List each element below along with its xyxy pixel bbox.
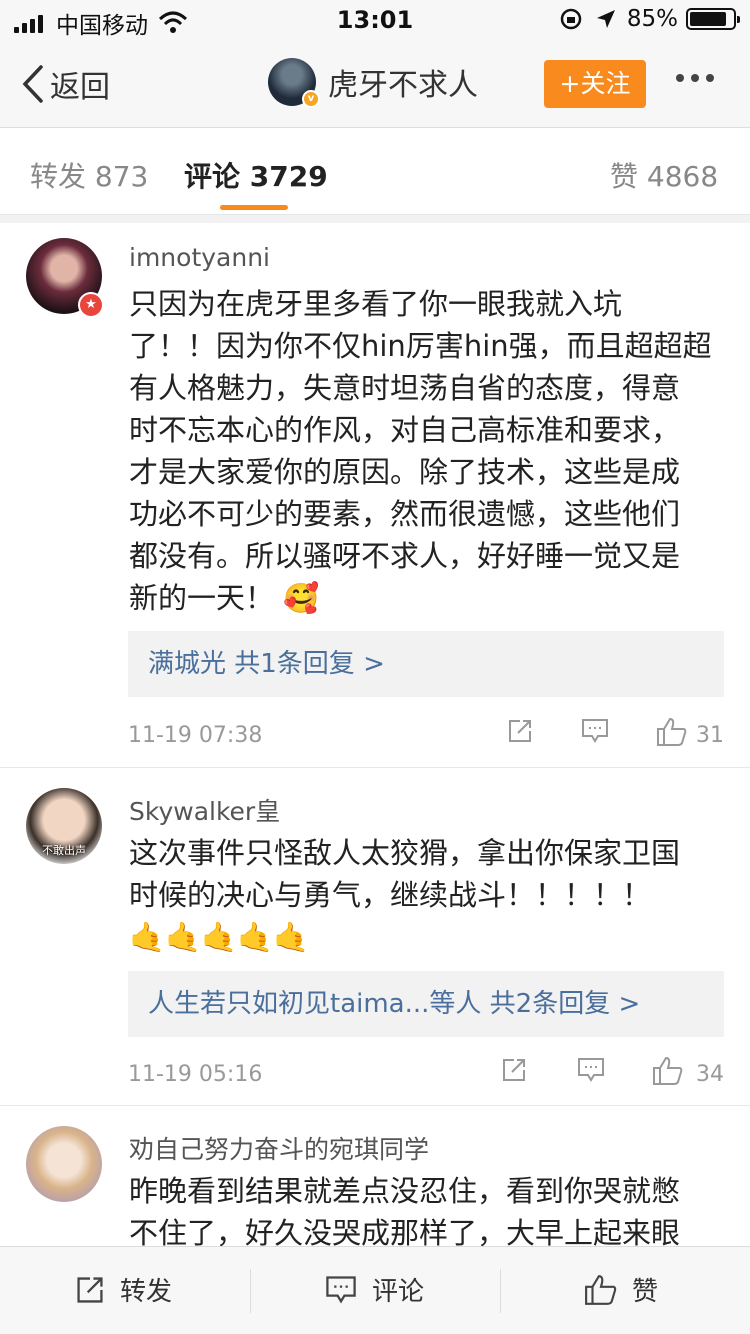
like-count: 34 xyxy=(696,1062,724,1087)
reply-summary[interactable]: 满城光 共1条回复 > xyxy=(128,631,724,697)
tab-comments[interactable]: 评论 3729 xyxy=(184,155,328,195)
comment-line: 时候的决心与勇气，继续战斗！！！！！ xyxy=(129,878,652,912)
avatar-caption: 不敢出声 xyxy=(42,844,86,857)
divider xyxy=(0,1105,750,1106)
divider xyxy=(250,1269,251,1313)
tab-likes[interactable]: 赞 4868 xyxy=(610,155,718,195)
verified-badge-icon: v xyxy=(302,90,320,108)
more-options-icon[interactable] xyxy=(676,74,721,82)
battery-icon xyxy=(686,8,740,30)
tab-reposts[interactable]: 转发 873 xyxy=(30,155,148,195)
comment-meta: 11-19 07:38 31 xyxy=(128,715,724,755)
reply-summary[interactable]: 人生若只如初见taima...等人 共2条回复 > xyxy=(128,971,724,1037)
avatar[interactable]: 不敢出声 xyxy=(26,788,102,864)
comment-icon[interactable] xyxy=(580,717,610,745)
repost-button[interactable]: 转发 xyxy=(74,1271,172,1308)
comment-line: 有人格魅力，失意时坦荡自省的态度，得意 xyxy=(129,371,681,405)
tab-count: 4868 xyxy=(646,160,719,193)
like-label: 赞 xyxy=(632,1277,659,1307)
bottom-action-bar: 转发 评论 赞 xyxy=(0,1246,750,1334)
like-button[interactable]: 赞 xyxy=(584,1271,658,1308)
comment-line: 了！！因为你不仅hin厉害hin强，而且超超超 xyxy=(129,329,712,363)
emoji-icon: 🥰 xyxy=(283,581,320,615)
tab-label: 赞 xyxy=(610,160,639,193)
share-icon xyxy=(77,1276,103,1303)
page-title: 虎牙不求人 xyxy=(328,68,478,103)
battery-percent: 85% xyxy=(626,6,678,32)
profile-header[interactable]: v 虎牙不求人 xyxy=(268,58,478,108)
comment-time: 11-19 07:38 xyxy=(128,723,263,748)
like-icon xyxy=(585,1274,617,1305)
comment-time: 11-19 05:16 xyxy=(128,1062,263,1087)
status-bar: 中国移动 13:01 85% xyxy=(0,0,750,40)
back-button[interactable]: 返回 xyxy=(22,62,110,106)
repost-label: 转发 xyxy=(120,1277,173,1307)
tab-label: 转发 xyxy=(30,160,87,193)
comment-line: 才是大家爱你的原因。除了技术，这些是成 xyxy=(129,455,681,489)
comment-text: 昨晚看到结果就差点没忍住，看到你哭就憋 不住了，好久没哭成那样了，大早上起来眼 xyxy=(129,1170,727,1254)
comment-text: 只因为在虎牙里多看了你一眼我就入坑 了！！因为你不仅hin厉害hin强，而且超超… xyxy=(129,283,727,619)
tab-count: 873 xyxy=(94,160,149,193)
comment-label: 评论 xyxy=(372,1277,425,1307)
orientation-lock-icon xyxy=(560,8,582,30)
location-icon xyxy=(596,10,615,28)
comment-username[interactable]: 劝自己努力奋斗的宛琪同学 xyxy=(129,1130,429,1166)
active-tab-indicator xyxy=(220,205,288,210)
navigation-bar: 返回 v 虎牙不求人 +关注 xyxy=(0,40,750,128)
comment-username[interactable]: Skywalker皇 xyxy=(129,792,280,828)
comment-line: 新的一天！ 🥰 xyxy=(129,581,320,615)
comment-line: 这次事件只怪敌人太狡猾，拿出你保家卫国 xyxy=(129,836,681,870)
comment-icon[interactable] xyxy=(576,1056,606,1084)
avatar[interactable]: v xyxy=(268,58,320,108)
member-badge-icon: ★ xyxy=(78,292,104,318)
tab-count: 3729 xyxy=(249,160,328,193)
tab-label: 评论 xyxy=(184,160,241,193)
like-count: 31 xyxy=(696,723,724,748)
section-gap xyxy=(0,215,750,223)
status-right: 85% xyxy=(559,6,740,32)
chevron-left-icon xyxy=(22,65,43,103)
like-icon[interactable] xyxy=(656,717,688,747)
comment-line: 时不忘本心的作风，对自己高标准和要求， xyxy=(129,413,681,447)
share-icon[interactable] xyxy=(500,1056,528,1084)
divider xyxy=(500,1269,501,1313)
avatar[interactable] xyxy=(26,1126,102,1202)
comment-button[interactable]: 评论 xyxy=(324,1271,424,1308)
comment-line: 只因为在虎牙里多看了你一眼我就入坑 xyxy=(129,287,623,321)
divider xyxy=(0,767,750,768)
emoji-line: 🤙🤙🤙🤙🤙 xyxy=(129,920,310,954)
comment-line: 都没有。所以骚呀不求人，好好睡一觉又是 xyxy=(129,539,681,573)
like-icon[interactable] xyxy=(652,1056,684,1086)
follow-button[interactable]: +关注 xyxy=(544,60,646,108)
comment-icon xyxy=(326,1275,356,1304)
comment-username[interactable]: imnotyanni xyxy=(129,243,270,272)
comment-text: 这次事件只怪敌人太狡猾，拿出你保家卫国 时候的决心与勇气，继续战斗！！！！！ 🤙… xyxy=(129,832,727,958)
back-label: 返回 xyxy=(50,70,110,105)
share-icon[interactable] xyxy=(506,717,534,745)
comment-meta: 11-19 05:16 34 xyxy=(128,1054,724,1094)
comment-line: 功必不可少的要素，然而很遗憾，这些他们 xyxy=(129,497,681,531)
comment-line: 昨晚看到结果就差点没忍住，看到你哭就憋 xyxy=(129,1174,681,1208)
tab-bar: 转发 873 评论 3729 赞 4868 xyxy=(0,129,750,215)
battery-fill xyxy=(690,12,726,26)
